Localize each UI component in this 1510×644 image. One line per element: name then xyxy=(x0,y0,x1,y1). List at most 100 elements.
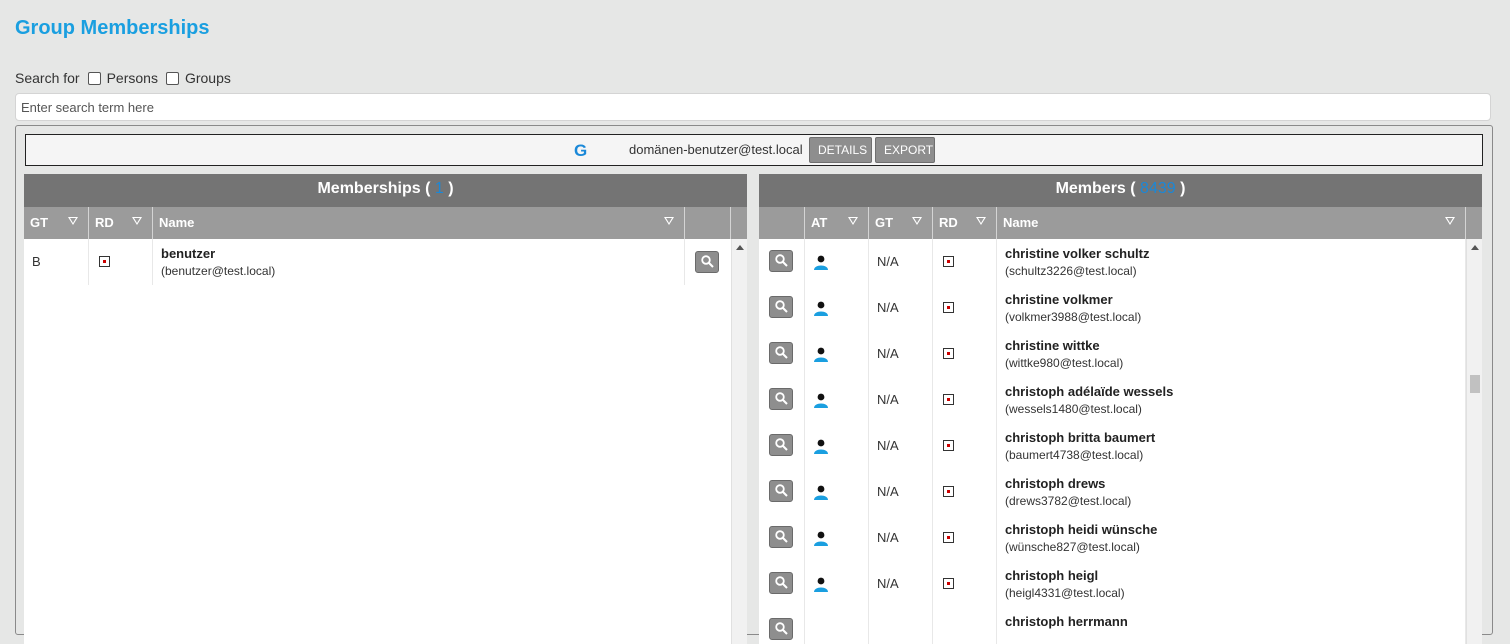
col-at[interactable]: AT xyxy=(805,207,869,239)
memberships-count: 1 xyxy=(434,180,444,197)
filter-icon[interactable] xyxy=(1445,217,1455,227)
row-at xyxy=(805,469,869,515)
person-icon xyxy=(814,347,828,362)
magnifier-button[interactable] xyxy=(695,251,719,273)
scroll-thumb[interactable] xyxy=(1470,375,1480,393)
scroll-up-icon[interactable] xyxy=(736,245,744,250)
row-actions xyxy=(759,607,805,644)
scroll-up-icon[interactable] xyxy=(1471,245,1479,250)
row-actions xyxy=(759,515,805,561)
row-gt: N/A xyxy=(869,423,933,469)
members-header: AT GT RD Name xyxy=(759,207,1482,239)
col-rd-label: RD xyxy=(95,215,114,230)
col-name[interactable]: Name xyxy=(997,207,1466,239)
rd-marker-icon xyxy=(943,532,954,543)
person-icon xyxy=(814,301,828,316)
search-input[interactable] xyxy=(15,93,1491,121)
magnifier-icon xyxy=(775,622,788,635)
row-actions xyxy=(759,561,805,607)
groups-option[interactable]: Groups xyxy=(165,70,231,86)
magnifier-icon xyxy=(775,392,788,405)
col-gt-label: GT xyxy=(875,215,894,230)
row-gt: B xyxy=(24,239,89,285)
magnifier-button[interactable] xyxy=(769,434,793,456)
person-icon xyxy=(814,393,828,408)
row-name: christine volkmer (volkmer3988@test.local… xyxy=(997,285,1466,331)
magnifier-button[interactable] xyxy=(769,296,793,318)
magnifier-button[interactable] xyxy=(769,618,793,640)
details-button[interactable]: DETAILS xyxy=(809,137,872,163)
magnifier-button[interactable] xyxy=(769,250,793,272)
filter-icon[interactable] xyxy=(976,217,986,227)
row-name-sub: (schultz3226@test.local) xyxy=(1005,264,1137,278)
groups-checkbox[interactable] xyxy=(165,71,179,85)
memberships-close-paren: ) xyxy=(448,180,454,197)
rd-marker-icon xyxy=(943,348,954,359)
filter-icon[interactable] xyxy=(848,217,858,227)
table-row[interactable]: N/A christine volker schultz (schultz3226@… xyxy=(759,239,1482,285)
table-row[interactable]: N/A christoph britta baumert (baumert4738@… xyxy=(759,423,1482,469)
col-gt[interactable]: GT xyxy=(869,207,933,239)
persons-option[interactable]: Persons xyxy=(87,70,158,86)
table-row[interactable]: N/A christoph drews (drews3782@test.local) xyxy=(759,469,1482,515)
row-name-main: christine volker schultz xyxy=(1005,246,1150,261)
row-gt: N/A xyxy=(869,377,933,423)
search-for-label: Search for xyxy=(15,70,80,86)
row-rd xyxy=(933,515,997,561)
filter-icon[interactable] xyxy=(68,217,78,227)
table-row[interactable]: N/A christoph adélaïde wessels (wessels148… xyxy=(759,377,1482,423)
row-name-main: christine wittke xyxy=(1005,338,1100,353)
row-gt: N/A xyxy=(869,331,933,377)
person-icon xyxy=(814,577,828,592)
row-name-sub: (drews3782@test.local) xyxy=(1005,494,1132,508)
row-at xyxy=(805,561,869,607)
magnifier-icon xyxy=(775,346,788,359)
row-at xyxy=(805,423,869,469)
magnifier-button[interactable] xyxy=(769,480,793,502)
col-gt-label: GT xyxy=(30,215,49,230)
table-row[interactable]: christoph herrmann xyxy=(759,607,1482,644)
rd-marker-icon xyxy=(943,578,954,589)
table-row[interactable]: N/A christoph heidi wünsche (wünsche827@te… xyxy=(759,515,1482,561)
row-name-sub: (wittke980@test.local) xyxy=(1005,356,1124,370)
persons-label: Persons xyxy=(106,70,158,86)
row-name: christoph adélaïde wessels (wessels1480@t… xyxy=(997,377,1466,423)
col-rd[interactable]: RD xyxy=(933,207,997,239)
magnifier-button[interactable] xyxy=(769,388,793,410)
col-name[interactable]: Name xyxy=(153,207,685,239)
filter-icon[interactable] xyxy=(912,217,922,227)
table-row[interactable]: N/A christoph heigl (heigl4331@test.local) xyxy=(759,561,1482,607)
memberships-body: B benutzer (benutzer@test.local) xyxy=(24,239,747,644)
row-rd xyxy=(933,331,997,377)
row-name-main: benutzer xyxy=(161,246,216,261)
row-actions xyxy=(685,239,731,285)
table-row[interactable]: B benutzer (benutzer@test.local) xyxy=(24,239,747,285)
magnifier-button[interactable] xyxy=(769,526,793,548)
rd-marker-icon xyxy=(943,394,954,405)
group-type-icon: G xyxy=(574,141,588,160)
filter-icon[interactable] xyxy=(132,217,142,227)
group-name: domänen-benutzer@test.local xyxy=(629,142,803,157)
row-gt: N/A xyxy=(869,239,933,285)
persons-checkbox[interactable] xyxy=(87,71,101,85)
row-gt: N/A xyxy=(869,285,933,331)
magnifier-button[interactable] xyxy=(769,572,793,594)
row-rd xyxy=(933,561,997,607)
memberships-scrollbar[interactable] xyxy=(731,239,747,644)
selected-group-bar: G domänen-benutzer@test.local DETAILS EX… xyxy=(25,134,1483,166)
col-gt[interactable]: GT xyxy=(24,207,89,239)
table-row[interactable]: N/A christine wittke (wittke980@test.local… xyxy=(759,331,1482,377)
members-close-paren: ) xyxy=(1180,180,1186,197)
filter-icon[interactable] xyxy=(664,217,674,227)
row-gt xyxy=(869,607,933,644)
row-at xyxy=(805,377,869,423)
memberships-header: GT RD Name xyxy=(24,207,747,239)
table-row[interactable]: N/A christine volkmer (volkmer3988@test.lo… xyxy=(759,285,1482,331)
col-rd[interactable]: RD xyxy=(89,207,153,239)
row-rd xyxy=(933,285,997,331)
export-button[interactable]: EXPORT xyxy=(875,137,935,163)
members-title-label: Members xyxy=(1055,180,1126,197)
person-icon xyxy=(814,485,828,500)
magnifier-button[interactable] xyxy=(769,342,793,364)
members-scrollbar[interactable] xyxy=(1466,239,1482,644)
